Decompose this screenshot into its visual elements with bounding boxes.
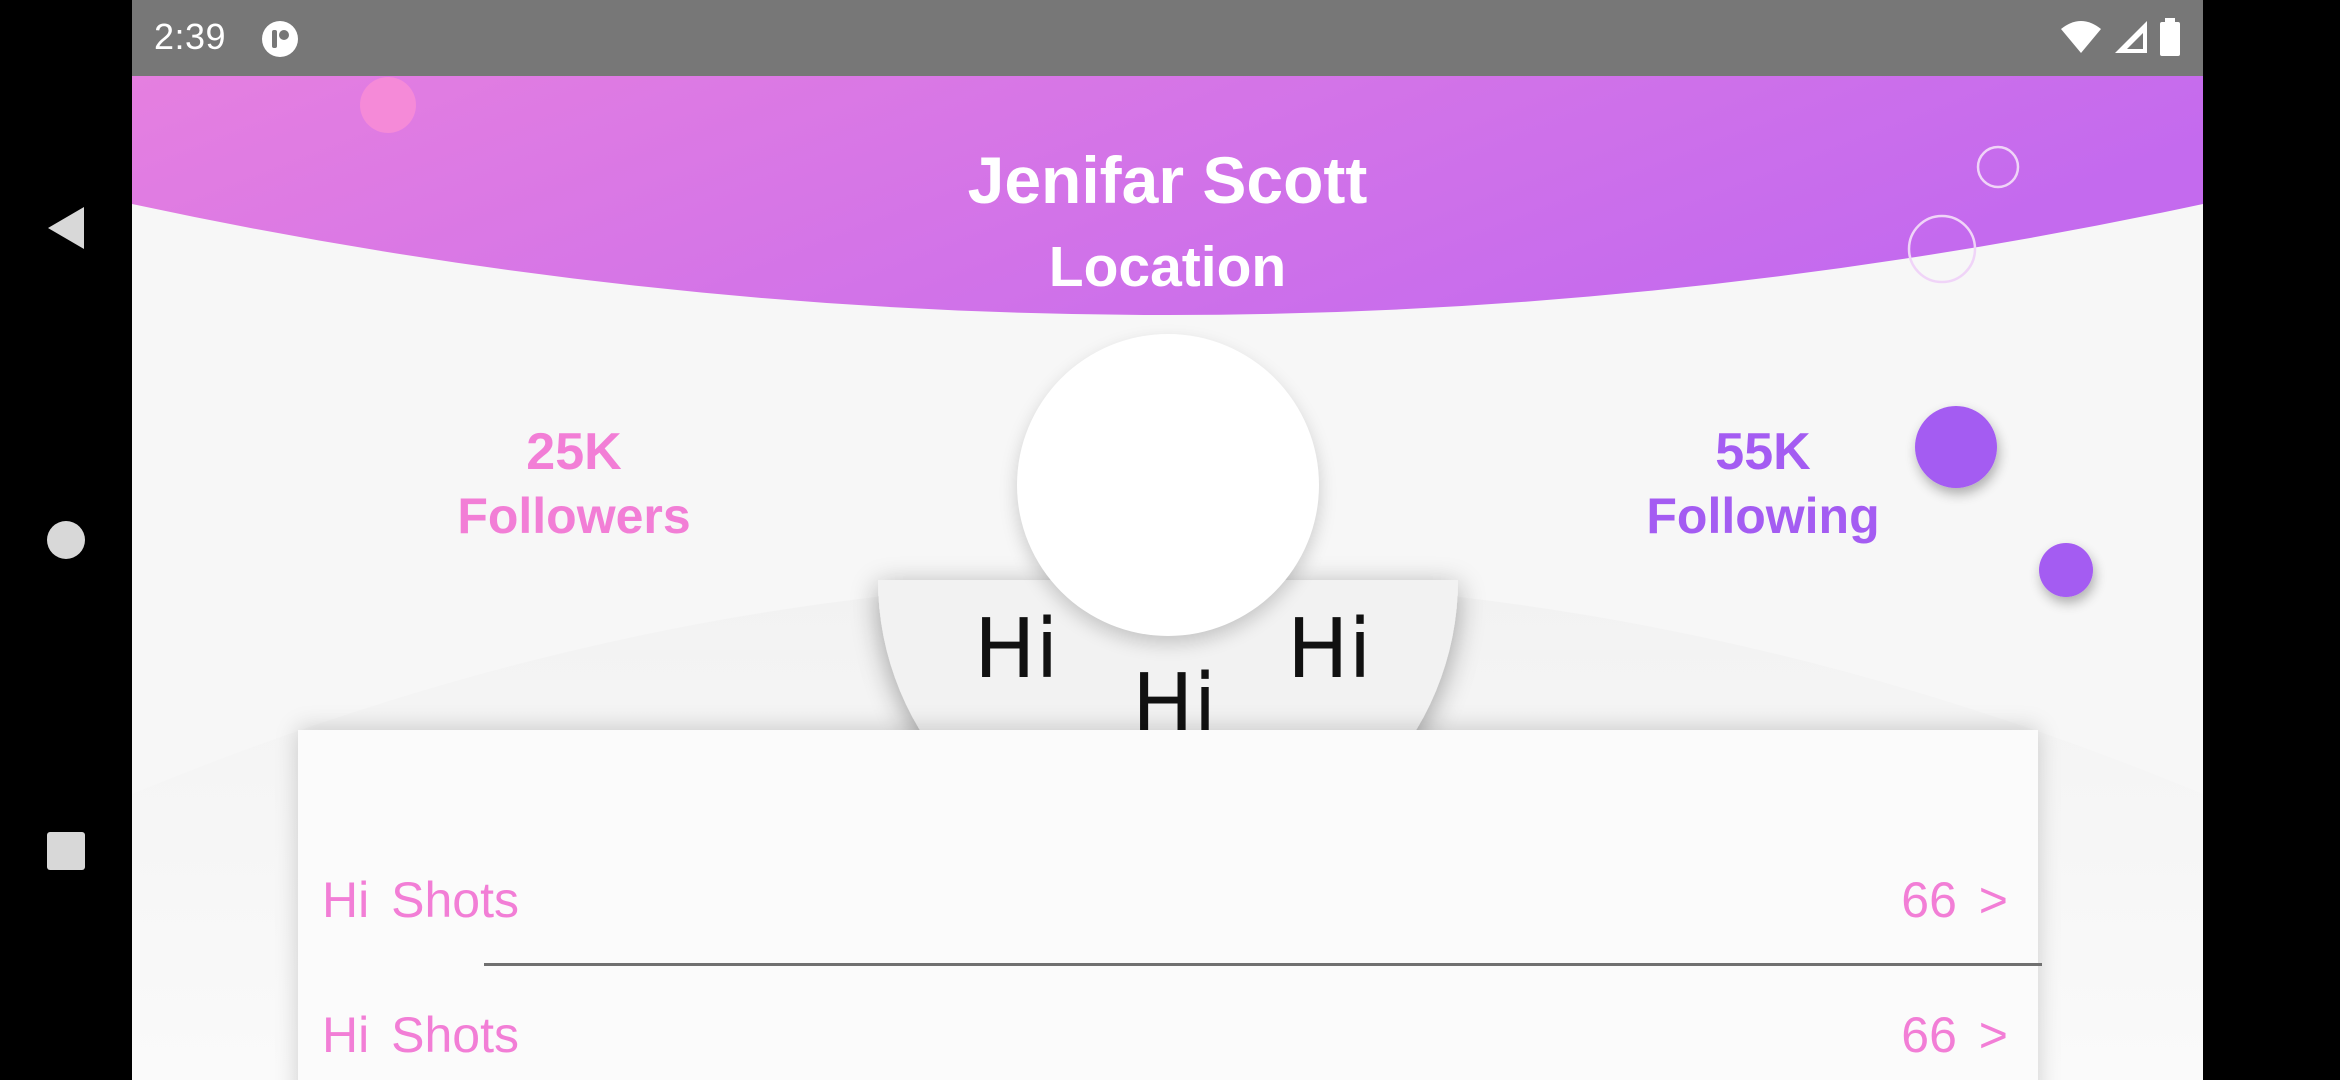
recents-button[interactable] [0,791,132,911]
back-icon [48,207,84,249]
list-item-count: 66 > [1901,872,2008,928]
recents-icon [47,832,85,870]
decor-bubble [360,77,416,133]
home-icon [47,521,85,559]
status-icons [2059,18,2181,56]
system-navigation-bar [0,0,132,1080]
wifi-icon [2061,21,2101,53]
followers-stat[interactable]: 25K Followers [394,420,754,548]
battery-icon [2160,18,2180,56]
avatar[interactable] [1017,334,1319,636]
followers-count: 25K [526,423,622,481]
back-button[interactable] [0,168,132,288]
greeting-text-left: Hi [974,602,1059,697]
status-bar: 2:39 [132,0,2203,76]
list-item-title: Hi Shots [322,872,519,928]
list-item-title: Hi Shots [322,1007,519,1063]
followers-label: Followers [457,488,691,544]
status-time: 2:39 [154,16,227,57]
profile-name: Jenifar Scott [967,143,1368,217]
greeting-text-right: Hi [1287,602,1372,697]
following-label: Following [1646,488,1880,544]
app-notification-icon [262,21,298,57]
shots-card: Hi Shots 66 > Hi Shots 66 > [298,730,2042,1080]
list-item[interactable]: Hi Shots 66 > [298,865,2038,935]
cellular-signal-icon [2115,21,2147,53]
app-screen: 2:39 Jenifar Scott Location 25K Follower… [132,0,2203,1080]
following-stat[interactable]: 55K Following [1583,420,1943,548]
list-item[interactable]: Hi Shots 66 > [298,1000,2038,1070]
list-item-count: 66 > [1901,1007,2008,1063]
home-button[interactable] [0,480,132,600]
list-divider [484,963,2042,966]
following-count: 55K [1715,423,1811,481]
profile-location: Location [1048,235,1287,299]
